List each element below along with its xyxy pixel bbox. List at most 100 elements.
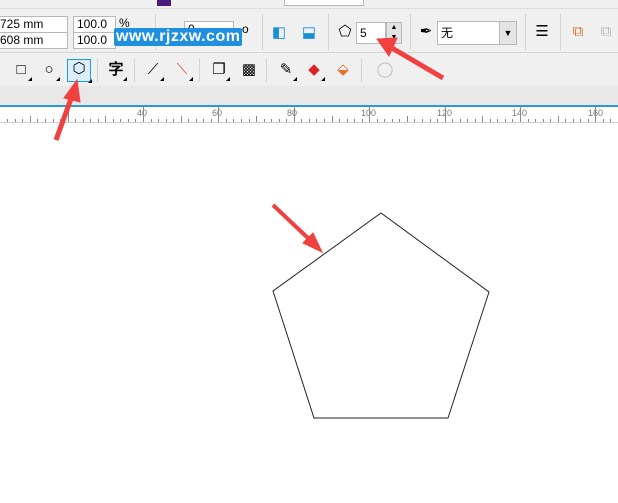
ruler-tick xyxy=(67,106,69,122)
dimension-tool-icon[interactable]: ⟋ xyxy=(144,61,164,81)
ruler-tick xyxy=(474,119,476,122)
scale-y-field[interactable]: 100.0 xyxy=(73,32,116,49)
outline-width-select[interactable]: 无 ▼ xyxy=(437,21,517,45)
ruler-tick xyxy=(75,119,77,122)
ruler-tick xyxy=(429,119,431,122)
ruler-tick xyxy=(610,119,612,122)
drop-shadow-tool-icon[interactable]: ❐ xyxy=(210,61,230,81)
chevron-down-icon[interactable]: ▼ xyxy=(499,22,516,44)
ruler-tick xyxy=(550,119,552,122)
ruler-tick xyxy=(444,106,446,122)
ruler-tick xyxy=(143,106,144,122)
lock-tool-icon[interactable]: ◯ xyxy=(376,61,394,79)
ruler-tick xyxy=(233,119,235,122)
ruler-tick xyxy=(286,119,288,122)
ruler-tick xyxy=(308,119,310,122)
ruler-tick xyxy=(278,119,280,122)
ruler-tick xyxy=(263,119,265,122)
ruler-tick xyxy=(482,116,484,122)
ruler-tick xyxy=(120,119,122,122)
to-back-icon[interactable]: ⧉ xyxy=(597,23,615,41)
ruler-label: 60 xyxy=(212,108,223,118)
ruler-tick xyxy=(112,119,114,122)
ruler-tick xyxy=(37,119,39,122)
ruler-tick xyxy=(14,119,16,122)
ruler-tick xyxy=(497,119,499,122)
ruler-tick xyxy=(354,119,356,122)
divider xyxy=(410,14,411,50)
rectangle-tool-icon[interactable]: □ xyxy=(12,61,32,81)
polygon-points-field[interactable]: 5 xyxy=(356,22,386,44)
ruler-tick xyxy=(180,116,182,122)
ruler-tick xyxy=(504,119,506,122)
transparency-tool-icon[interactable]: ▩ xyxy=(240,61,258,79)
pen-nib-icon: ✒ xyxy=(419,23,433,40)
ruler-tick xyxy=(572,119,574,122)
ruler-tick xyxy=(97,119,99,122)
ruler-tick xyxy=(557,116,559,122)
ruler-tick xyxy=(225,119,227,122)
ruler-tick xyxy=(527,119,529,122)
ruler-tick xyxy=(535,119,537,122)
connector-tool-icon[interactable]: ⟍ xyxy=(173,61,193,81)
scale-x-field[interactable]: 100.0 xyxy=(73,16,116,33)
polygon-tool-icon[interactable]: ⬡ xyxy=(67,59,92,83)
outline-width-value: 无 xyxy=(441,26,454,40)
ruler-tick xyxy=(542,119,544,122)
ruler-tick xyxy=(595,106,597,122)
ruler-tick xyxy=(29,116,31,122)
divider xyxy=(0,8,618,9)
divider xyxy=(199,58,200,82)
ruler-tick xyxy=(158,119,160,122)
ruler-tick xyxy=(384,119,386,122)
height-field[interactable]: 608 mm xyxy=(0,32,68,49)
ruler-tick xyxy=(452,119,454,122)
ruler-tick xyxy=(587,119,589,122)
ruler-tick xyxy=(323,119,325,122)
horizontal-ruler[interactable]: 40 60 80 100 120 140 160 xyxy=(0,105,618,123)
eyedropper-tool-icon[interactable]: ✎ xyxy=(277,61,297,81)
divider xyxy=(361,58,362,82)
points-spinner[interactable]: ▲ ▼ xyxy=(386,22,402,44)
ruler-tick xyxy=(256,116,258,122)
ruler-tick xyxy=(421,119,423,122)
ruler-tick xyxy=(90,119,92,122)
ruler-tick xyxy=(339,119,341,122)
ruler-tick xyxy=(173,119,175,122)
divider xyxy=(97,58,98,82)
divider xyxy=(134,58,135,82)
tab-band xyxy=(0,86,618,105)
smart-fill-tool-icon[interactable]: ⬙ xyxy=(334,61,352,79)
color-swatch[interactable] xyxy=(157,0,171,6)
ruler-tick xyxy=(580,119,582,122)
width-field[interactable]: 725 mm xyxy=(0,16,68,33)
pentagon-icon: ⬠ xyxy=(338,23,352,40)
ruler-tick xyxy=(52,119,54,122)
ruler-tick xyxy=(105,116,107,122)
ruler-tick xyxy=(271,119,273,122)
ellipse-tool-icon[interactable]: ○ xyxy=(40,61,60,81)
drawing-canvas[interactable] xyxy=(0,124,618,503)
to-front-icon[interactable]: ⧉ xyxy=(569,23,587,41)
ruler-tick xyxy=(135,119,137,122)
ruler-tick xyxy=(210,119,212,122)
ruler-tick xyxy=(150,119,152,122)
mirror-horizontal-icon[interactable]: ◧ xyxy=(270,24,288,42)
ruler-tick xyxy=(60,119,62,122)
ruler-tick xyxy=(44,119,46,122)
ruler-tick xyxy=(602,119,604,122)
top-field[interactable] xyxy=(284,0,364,6)
ruler-tick xyxy=(437,119,439,122)
watermark-logo: www.rjzxw.com xyxy=(114,28,243,46)
text-wrap-icon[interactable]: ☰ xyxy=(533,23,551,41)
ruler-tick xyxy=(316,119,318,122)
ruler-tick xyxy=(414,119,416,122)
mirror-vertical-icon[interactable]: ⬓ xyxy=(300,24,318,42)
ruler-label: 80 xyxy=(287,108,298,118)
ruler-tick xyxy=(376,119,378,122)
ruler-tick xyxy=(82,119,84,122)
text-tool-icon[interactable]: 字 xyxy=(107,61,127,81)
pentagon-shape[interactable] xyxy=(272,212,490,419)
ruler-tick xyxy=(512,119,514,122)
fill-tool-icon[interactable]: ◆ xyxy=(305,61,325,81)
